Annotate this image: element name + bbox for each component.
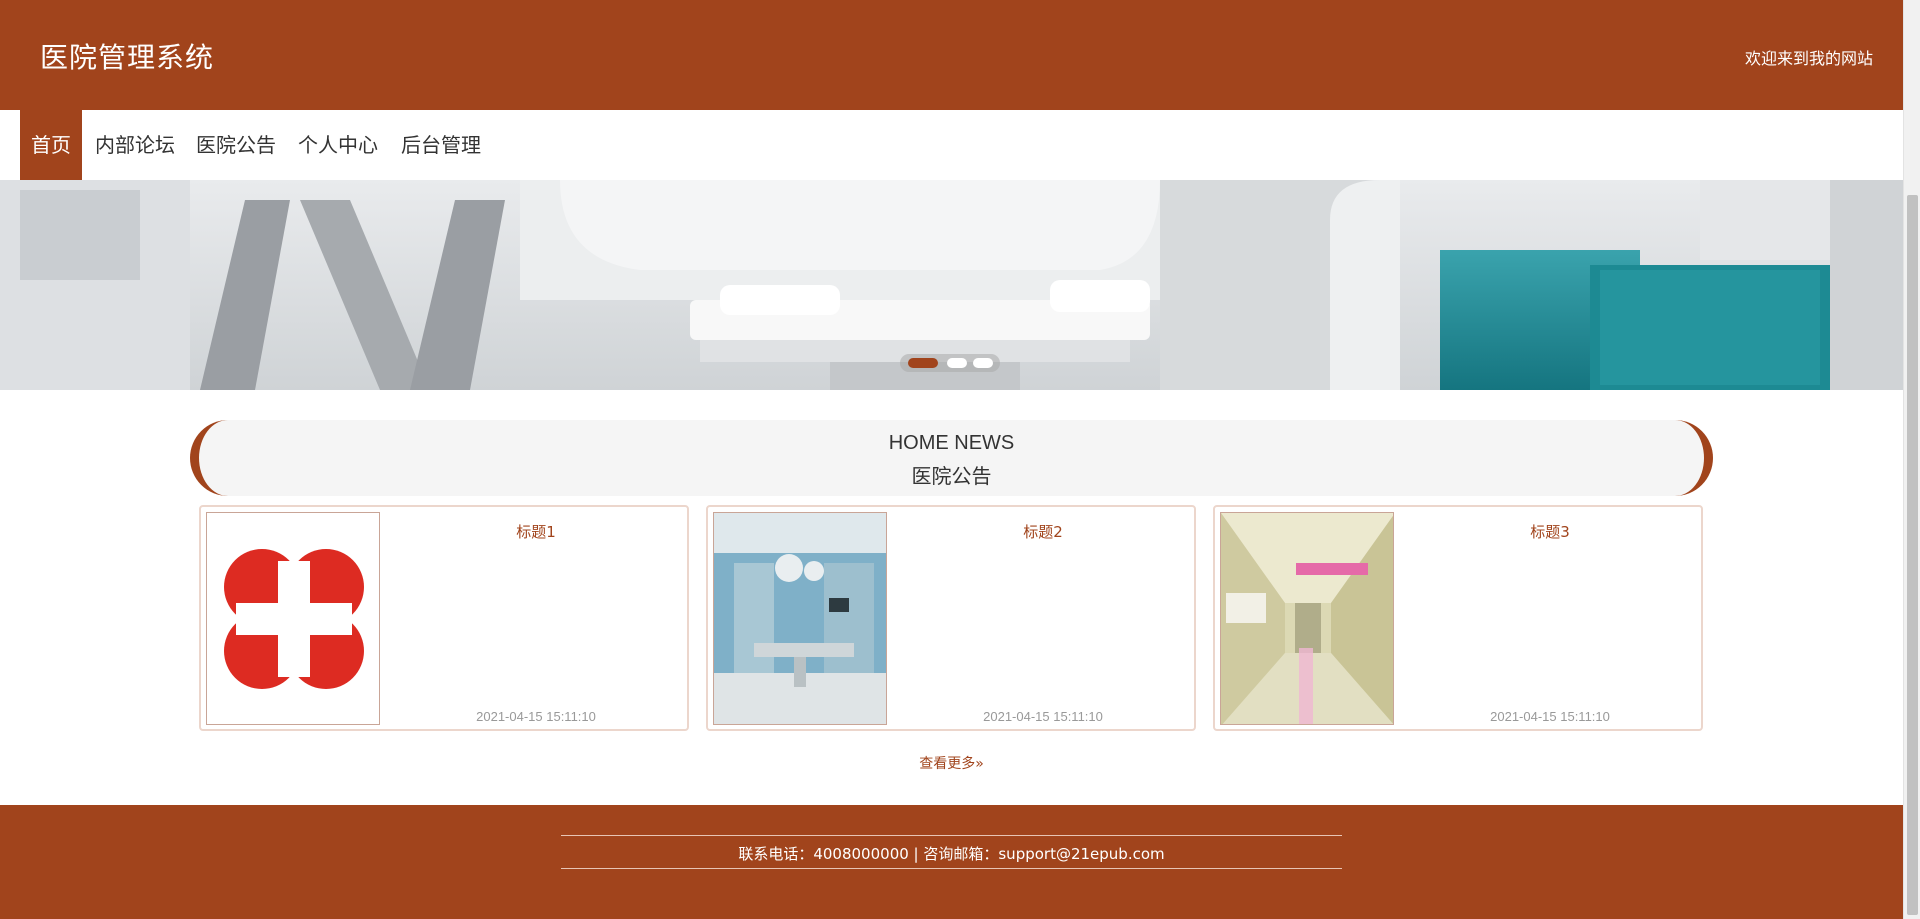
nav-item-profile[interactable]: 个人中心 bbox=[287, 110, 389, 180]
news-thumb-red-cross bbox=[206, 512, 380, 725]
footer-divider-bottom bbox=[561, 868, 1342, 869]
main-nav: 首页 内部论坛 医院公告 个人中心 后台管理 bbox=[0, 110, 1903, 180]
news-card-1[interactable]: 标题1 2021-04-15 15:11:10 bbox=[199, 505, 689, 731]
footer-contact-text: 联系电话：4008000000 | 咨询邮箱：support@21epub.co… bbox=[738, 845, 1165, 863]
news-section-heading: HOME NEWS 医院公告 bbox=[190, 420, 1713, 496]
footer-divider-top bbox=[561, 835, 1342, 836]
news-card-title[interactable]: 标题1 bbox=[391, 521, 681, 542]
site-title[interactable]: 医院管理系统 bbox=[40, 36, 214, 76]
view-more-label: 查看更多 bbox=[919, 756, 976, 772]
news-card-date: 2021-04-15 15:11:10 bbox=[476, 709, 596, 724]
news-heading-cn: 医院公告 bbox=[911, 464, 992, 488]
double-chevron-right-icon: » bbox=[975, 756, 984, 772]
nav-item-admin[interactable]: 后台管理 bbox=[390, 110, 492, 180]
banner-carousel[interactable] bbox=[0, 180, 1903, 390]
carousel-indicators bbox=[900, 354, 1000, 372]
news-card-date: 2021-04-15 15:11:10 bbox=[983, 709, 1103, 724]
news-heading-en: HOME NEWS bbox=[888, 432, 1015, 454]
view-more-link[interactable]: 查看更多» bbox=[0, 753, 1903, 773]
welcome-text: 欢迎来到我的网站 bbox=[1744, 49, 1873, 68]
nav-item-forum[interactable]: 内部论坛 bbox=[84, 110, 186, 180]
scrollbar-thumb[interactable] bbox=[1907, 195, 1918, 915]
news-thumb-operating-room bbox=[713, 512, 887, 725]
news-card-3[interactable]: 标题3 2021-04-15 15:11:10 bbox=[1213, 505, 1703, 731]
carousel-dot-2[interactable] bbox=[947, 358, 967, 368]
news-card-date: 2021-04-15 15:11:10 bbox=[1490, 709, 1610, 724]
carousel-dot-3[interactable] bbox=[973, 358, 993, 368]
site-footer: 联系电话：4008000000 | 咨询邮箱：support@21epub.co… bbox=[0, 805, 1903, 919]
news-card-2[interactable]: 标题2 2021-04-15 15:11:10 bbox=[706, 505, 1196, 731]
site-header: 医院管理系统 欢迎来到我的网站 bbox=[0, 0, 1903, 110]
news-card-title[interactable]: 标题2 bbox=[898, 521, 1188, 542]
nav-item-home[interactable]: 首页 bbox=[20, 110, 82, 180]
nav-item-notices[interactable]: 医院公告 bbox=[185, 110, 287, 180]
page: 医院管理系统 欢迎来到我的网站 首页 内部论坛 医院公告 个人中心 后台管理 H… bbox=[0, 0, 1903, 919]
carousel-dot-1[interactable] bbox=[908, 358, 938, 368]
page-scrollbar[interactable] bbox=[1903, 0, 1920, 919]
news-thumb-corridor bbox=[1220, 512, 1394, 725]
news-card-title[interactable]: 标题3 bbox=[1405, 521, 1695, 542]
